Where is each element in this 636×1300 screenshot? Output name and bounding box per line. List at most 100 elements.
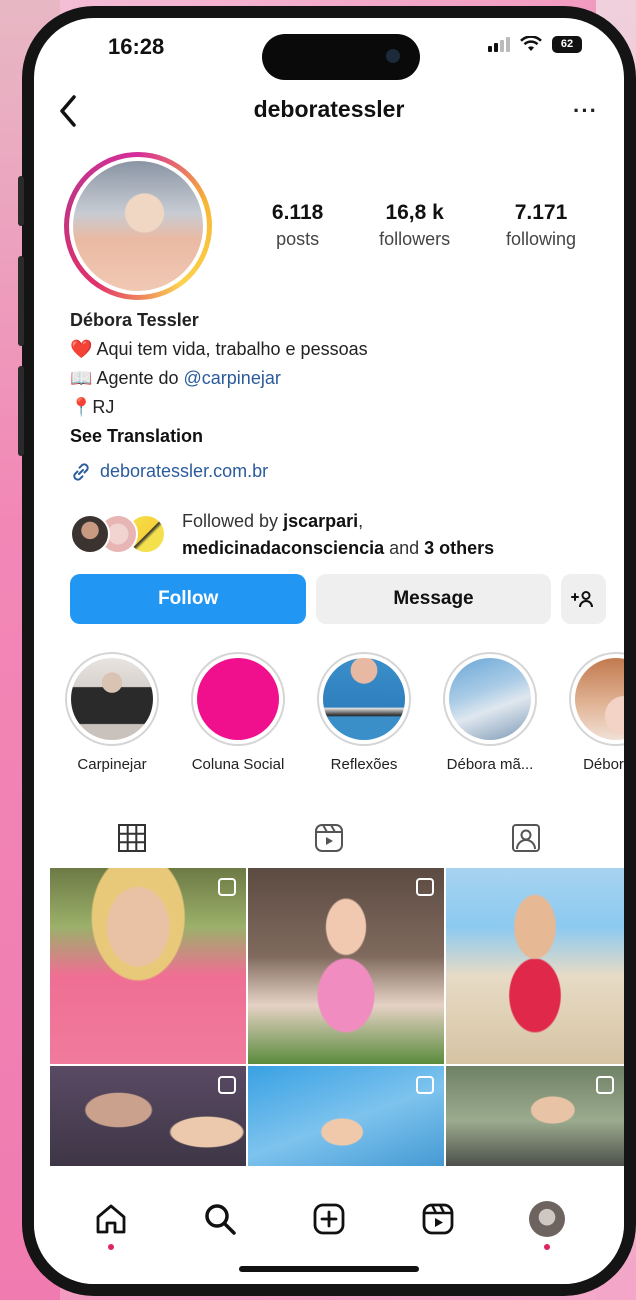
phone-mute-button <box>18 176 24 226</box>
following-count: 7.171 <box>514 201 568 224</box>
followed-by[interactable]: Followed by jscarpari, medicinadaconscie… <box>70 506 604 566</box>
multi-post-icon <box>218 1076 236 1094</box>
home-indicator[interactable] <box>239 1266 419 1272</box>
highlight-ring <box>443 652 537 746</box>
avatar <box>73 161 203 291</box>
followed-others: 3 others <box>424 538 495 558</box>
post-thumbnail[interactable] <box>446 868 624 1064</box>
signal-icon <box>488 37 510 52</box>
highlight-ring <box>65 652 159 746</box>
phone-volume-up <box>18 256 24 346</box>
home-icon <box>96 1204 125 1234</box>
profile-bio: Débora Tessler ❤️ Aqui tem vida, trabalh… <box>70 306 604 486</box>
followed-sep: , <box>358 511 364 531</box>
highlight-label: Coluna Social <box>191 756 285 773</box>
profile-name: Débora Tessler <box>70 310 199 330</box>
highlight-reflexoes[interactable]: Reflexões <box>314 652 414 773</box>
tagged-icon <box>511 824 540 852</box>
highlight-debora-ma-1[interactable]: Débora mã... <box>440 652 540 773</box>
highlight-cover <box>323 658 405 740</box>
status-time: 16:28 <box>108 34 165 59</box>
nav-reels[interactable] <box>408 1194 468 1244</box>
battery-icon: 62 <box>552 36 582 53</box>
book-icon: 📖 <box>70 368 93 388</box>
reels-nav-icon <box>422 1203 454 1235</box>
post-thumbnail[interactable] <box>248 1066 444 1176</box>
post-thumbnail[interactable] <box>50 868 246 1064</box>
followed-mid: and <box>384 538 425 558</box>
profile-actions: Follow Message <box>70 574 606 624</box>
create-icon <box>313 1203 345 1235</box>
suggest-users-button[interactable] <box>560 574 606 624</box>
posts-count: 6.118 <box>271 201 324 224</box>
posts-grid <box>50 868 624 1176</box>
followers-count: 16,8 k <box>385 201 444 224</box>
grid-icon <box>118 824 147 852</box>
post-thumbnail[interactable] <box>50 1066 246 1176</box>
highlight-ring <box>569 652 624 746</box>
highlight-label: Carpinejar <box>77 756 147 773</box>
page-title: deboratessler <box>253 96 405 122</box>
wifi-icon <box>520 36 542 51</box>
tab-tagged[interactable] <box>427 808 624 868</box>
bio-line-2: 📖 Agente do @carpinejar <box>70 364 604 393</box>
website-link[interactable]: deboratessler.com.br <box>70 457 604 486</box>
bio-line-3: 📍RJ <box>70 393 604 422</box>
avatar-border <box>69 157 207 295</box>
more-icon[interactable]: ··· <box>573 98 598 124</box>
highlight-coluna-social[interactable]: Coluna Social <box>188 652 288 773</box>
stat-posts[interactable]: 6.118 posts <box>272 201 323 250</box>
nav-home[interactable] <box>81 1194 141 1250</box>
stat-following[interactable]: 7.171 following <box>506 201 576 250</box>
add-user-icon <box>571 591 594 608</box>
link-icon <box>73 462 89 481</box>
highlight-debora-ma-2[interactable]: Débora m <box>566 652 624 773</box>
status-icons: 62 <box>488 36 582 53</box>
profile-avatar-ring[interactable] <box>64 152 212 300</box>
profile-stats: 6.118 posts 16,8 k followers 7.171 follo… <box>244 201 604 250</box>
dynamic-island <box>262 34 420 80</box>
multi-post-icon <box>218 878 236 896</box>
nav-profile[interactable] <box>517 1194 577 1250</box>
followed-user-2: medicinadaconsciencia <box>182 538 385 558</box>
bio-line-1: ❤️ Aqui tem vida, trabalho e pessoas <box>70 335 604 364</box>
highlight-carpinejar[interactable]: Carpinejar <box>62 652 162 773</box>
location-pin-icon: 📍 <box>70 397 93 417</box>
post-thumbnail[interactable] <box>248 868 444 1064</box>
followers-label: followers <box>379 229 451 249</box>
bio-text-1: Aqui tem vida, trabalho e pessoas <box>96 339 368 359</box>
multi-post-icon <box>416 878 434 896</box>
nav-search[interactable] <box>190 1194 250 1244</box>
highlight-cover <box>71 658 153 740</box>
bio-text-2: Agente do <box>96 368 184 388</box>
notification-dot <box>544 1244 551 1250</box>
mention-link[interactable]: @carpinejar <box>184 368 281 388</box>
highlight-label: Débora mã... <box>446 756 534 773</box>
highlight-ring <box>191 652 285 746</box>
stat-followers[interactable]: 16,8 k followers <box>379 201 450 250</box>
profile-header: deboratessler ··· <box>34 88 624 136</box>
website-url: deboratessler.com.br <box>100 461 269 481</box>
highlight-label: Reflexões <box>330 756 398 773</box>
highlight-ring <box>317 652 411 746</box>
profile-tabs <box>34 808 624 868</box>
tab-reels[interactable] <box>231 808 428 868</box>
reels-icon <box>315 824 343 852</box>
nav-create[interactable] <box>299 1194 359 1244</box>
highlight-cover <box>197 658 279 740</box>
highlight-label: Débora m <box>583 756 624 773</box>
phone-volume-down <box>18 366 24 456</box>
bio-location: RJ <box>92 397 115 417</box>
message-button[interactable]: Message <box>316 574 551 624</box>
multi-post-icon <box>596 1076 614 1094</box>
notification-dot <box>107 1244 114 1250</box>
followed-user-1: jscarpari <box>283 511 359 531</box>
highlight-cover <box>575 658 624 740</box>
see-translation-link[interactable]: See Translation <box>70 422 604 451</box>
post-thumbnail[interactable] <box>446 1066 624 1176</box>
posts-label: posts <box>276 229 320 249</box>
follow-button[interactable]: Follow <box>70 574 307 624</box>
tab-posts[interactable] <box>34 808 231 868</box>
reel-post-icon <box>416 1076 434 1094</box>
app-screen: 16:28 62 deboratessler ··· 6.118 posts 1… <box>34 18 624 1284</box>
